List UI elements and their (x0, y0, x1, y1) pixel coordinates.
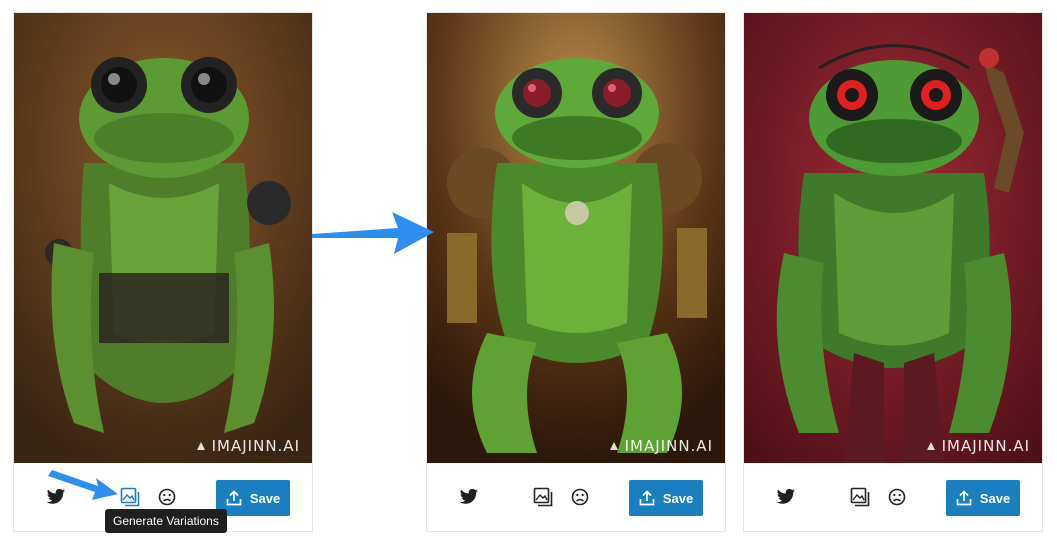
watermark-logo-icon (926, 442, 935, 450)
image-variations-icon (850, 487, 870, 507)
save-label: Save (979, 490, 1011, 506)
generate-variations-button[interactable] (118, 485, 142, 509)
frown-face-icon (571, 488, 589, 506)
share-twitter-button[interactable] (457, 485, 481, 509)
generated-image-3[interactable]: IMAJINN.AI (744, 13, 1042, 463)
report-feedback-button[interactable] (155, 485, 179, 509)
frown-face-icon (158, 488, 176, 506)
save-button[interactable]: Save (946, 480, 1020, 516)
image-card-2: IMAJINN.AI Save (426, 12, 726, 532)
save-button[interactable]: Save (629, 480, 703, 516)
twitter-icon (776, 488, 796, 504)
generate-variations-button[interactable] (848, 485, 872, 509)
share-twitter-button[interactable] (44, 485, 68, 509)
watermark-text: IMAJINN.AI (624, 437, 713, 455)
watermark-text: IMAJINN.AI (941, 437, 1030, 455)
generate-variations-tooltip: Generate Variations (105, 509, 227, 533)
upload-icon (226, 490, 242, 506)
imajinn-watermark: IMAJINN.AI (608, 437, 713, 455)
watermark-logo-icon (609, 442, 618, 450)
image-actions-3: Save (744, 463, 1042, 531)
save-label: Save (662, 490, 694, 506)
image-variations-icon (120, 487, 140, 507)
share-twitter-button[interactable] (774, 485, 798, 509)
twitter-icon (459, 488, 479, 504)
report-feedback-button[interactable] (885, 485, 909, 509)
image-actions-2: Save (427, 463, 725, 531)
image-card-3: IMAJINN.AI Save (743, 12, 1043, 532)
image-variations-icon (533, 487, 553, 507)
imajinn-watermark: IMAJINN.AI (925, 437, 1030, 455)
generated-image-1[interactable]: IMAJINN.AI (14, 13, 312, 463)
big-arrow-icon (312, 212, 434, 254)
generate-variations-button[interactable] (531, 485, 555, 509)
save-button[interactable]: Save (216, 480, 290, 516)
upload-icon (956, 490, 972, 506)
watermark-logo-icon (196, 442, 205, 450)
image-card-1: IMAJINN.AI Save (13, 12, 313, 532)
twitter-icon (46, 488, 66, 504)
upload-icon (639, 490, 655, 506)
watermark-text: IMAJINN.AI (211, 437, 300, 455)
frown-face-icon (888, 488, 906, 506)
imajinn-watermark: IMAJINN.AI (195, 437, 300, 455)
generated-image-2[interactable]: IMAJINN.AI (427, 13, 725, 463)
save-label: Save (249, 490, 281, 506)
report-feedback-button[interactable] (568, 485, 592, 509)
